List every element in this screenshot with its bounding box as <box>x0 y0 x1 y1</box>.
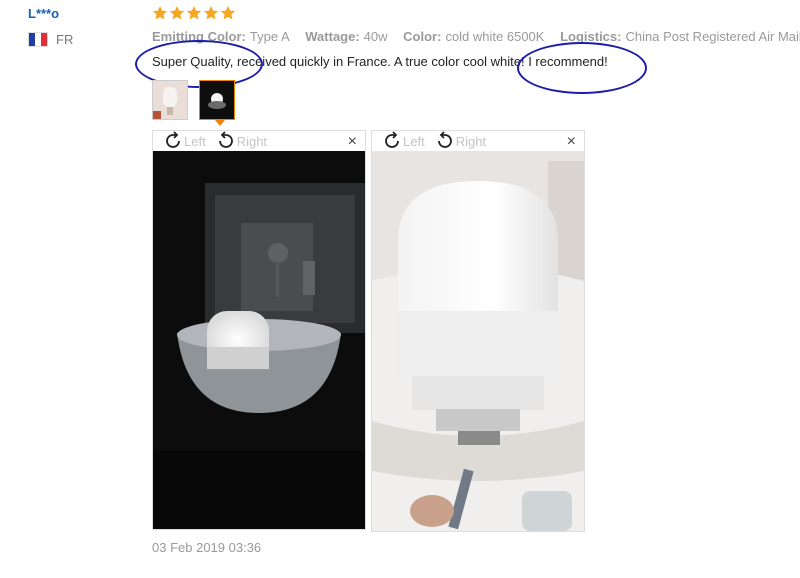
rotate-right-icon <box>218 131 233 148</box>
close-viewer-button[interactable]: × <box>567 133 576 151</box>
photo-viewer-1: Left Right × <box>152 130 366 530</box>
attribute-wattage: Wattage: 40w <box>305 29 388 44</box>
reviewer-country: FR <box>28 32 73 47</box>
review-date: 03 Feb 2019 03:36 <box>152 540 262 555</box>
star-icon <box>152 6 168 20</box>
dark-lamp-photo-thumbnail <box>200 81 234 119</box>
review-photo-thumbnail[interactable] <box>152 80 188 120</box>
close-viewer-button[interactable]: × <box>348 133 357 151</box>
review-photo-thumbnail-active[interactable] <box>199 80 235 120</box>
lamp-photo-thumbnail <box>153 81 187 119</box>
rotate-left-icon <box>385 131 399 148</box>
product-attributes: Emitting Color: Type A Wattage: 40w Color:… <box>152 29 800 44</box>
active-thumbnail-indicator <box>215 120 225 126</box>
bulb-closeup-photo <box>372 151 584 531</box>
star-icon <box>220 6 236 20</box>
reviewer-name: L***o <box>28 6 60 21</box>
annotation-ellipse-right <box>517 42 647 94</box>
viewer-toolbar: Left Right × <box>153 131 365 151</box>
star-icon <box>186 6 202 20</box>
star-icon <box>169 6 185 20</box>
france-flag-icon <box>28 32 48 47</box>
rotate-left-button[interactable]: Left <box>382 131 425 151</box>
star-icon <box>203 6 219 20</box>
review-photo-bulb-closeup <box>372 151 584 531</box>
country-code: FR <box>56 32 74 47</box>
rotate-left-icon <box>166 131 180 148</box>
rotate-right-button[interactable]: Right <box>435 131 486 151</box>
rotate-left-button[interactable]: Left <box>163 131 206 151</box>
photo-viewer-2: Left Right × <box>371 130 585 532</box>
star-rating <box>152 5 236 21</box>
viewer-toolbar: Left Right × <box>372 131 584 151</box>
rotate-right-icon <box>437 131 452 148</box>
review-photo-dark-lamp <box>153 151 365 529</box>
attribute-color: Color: cold white 6500K <box>403 29 545 44</box>
rotate-right-button[interactable]: Right <box>216 131 267 151</box>
dark-lamp-photo <box>153 151 365 529</box>
